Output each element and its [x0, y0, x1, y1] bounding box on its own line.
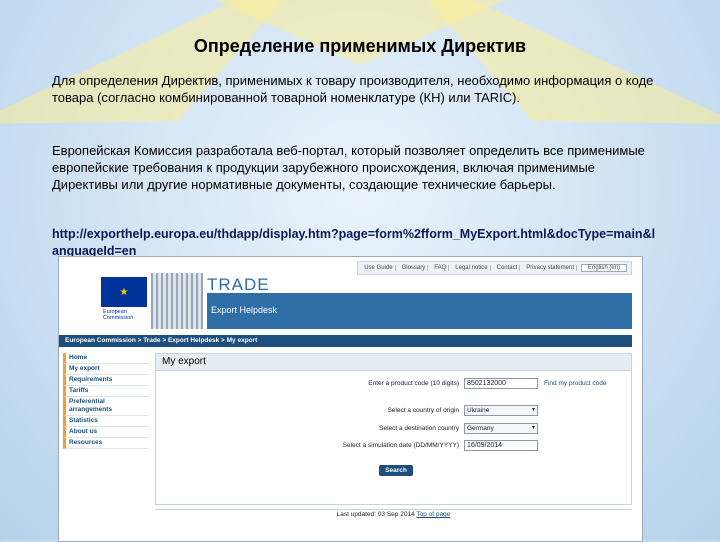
utility-link[interactable]: Contact: [495, 265, 521, 271]
intro-paragraph: Для определения Директив, применимых к т…: [52, 73, 654, 105]
slide-title: Определение применимых Директив: [193, 36, 527, 56]
last-updated-text: Last updated: 03 Sep 2014: [336, 511, 415, 518]
sidebar-nav: Home My export Requirements Tariffs Pref…: [63, 353, 149, 449]
date-row: Select a simulation date (DD/MM/YYYY) 16…: [279, 440, 634, 451]
destination-select[interactable]: Germany: [464, 423, 538, 434]
eu-flag-icon: ★: [101, 277, 147, 307]
utility-bar: Use Guide Glossary FAQ Legal notice Cont…: [357, 261, 632, 275]
product-code-input[interactable]: 8502132000: [464, 378, 538, 389]
sidebar-item-my-export[interactable]: My export: [63, 364, 149, 375]
date-label: Select a simulation date (DD/MM/YYYY): [342, 442, 459, 449]
utility-link[interactable]: Legal notice: [453, 265, 491, 271]
utility-link[interactable]: FAQ: [432, 265, 450, 271]
portal-paragraph: Европейская Комиссия разработала веб-пор…: [52, 143, 645, 192]
breadcrumb: European Commission > Trade > Export Hel…: [59, 335, 632, 347]
destination-label: Select a destination country: [379, 425, 459, 432]
trade-label: TRADE: [207, 275, 270, 294]
sidebar-item-statistics[interactable]: Statistics: [63, 416, 149, 427]
language-select[interactable]: English (en): [580, 264, 627, 272]
panel-title: My export: [156, 354, 631, 371]
helpdesk-label: Export Helpdesk: [211, 305, 278, 315]
origin-row: Select a country of origin Ukraine: [309, 405, 634, 416]
utility-link[interactable]: Use Guide: [362, 265, 396, 271]
ec-logo-text: European Commission: [103, 309, 134, 321]
utility-link[interactable]: Privacy statement: [524, 265, 577, 271]
sidebar-item-resources[interactable]: Resources: [63, 438, 149, 449]
destination-row: Select a destination country Germany: [309, 423, 634, 434]
origin-label: Select a country of origin: [387, 407, 459, 414]
origin-select[interactable]: Ukraine: [464, 405, 538, 416]
page-footer: Last updated: 03 Sep 2014 Top of page: [155, 509, 632, 520]
utility-link[interactable]: Glossary: [400, 265, 429, 271]
find-product-code-link[interactable]: Find my product code: [544, 380, 634, 387]
portal-url-link[interactable]: http://exporthelp.europa.eu/thdapp/displ…: [52, 226, 662, 260]
sidebar-item-about-us[interactable]: About us: [63, 427, 149, 438]
embedded-export-helpdesk-screenshot: Use Guide Glossary FAQ Legal notice Cont…: [58, 256, 643, 542]
search-button[interactable]: Search: [379, 465, 413, 476]
building-image: [151, 273, 203, 329]
sidebar-item-requirements[interactable]: Requirements: [63, 375, 149, 386]
simulation-date-input[interactable]: 16/09/2014: [464, 440, 538, 451]
product-code-row: Enter a product code (10 digits) 8502132…: [309, 378, 634, 389]
product-code-label: Enter a product code (10 digits): [368, 380, 459, 387]
sidebar-item-tariffs[interactable]: Tariffs: [63, 386, 149, 397]
sidebar-item-home[interactable]: Home: [63, 353, 149, 364]
top-of-page-link[interactable]: Top of page: [416, 511, 450, 518]
ec-logo: ★ European Commission: [101, 277, 149, 327]
sidebar-item-preferential[interactable]: Preferential arrangements: [63, 397, 149, 416]
